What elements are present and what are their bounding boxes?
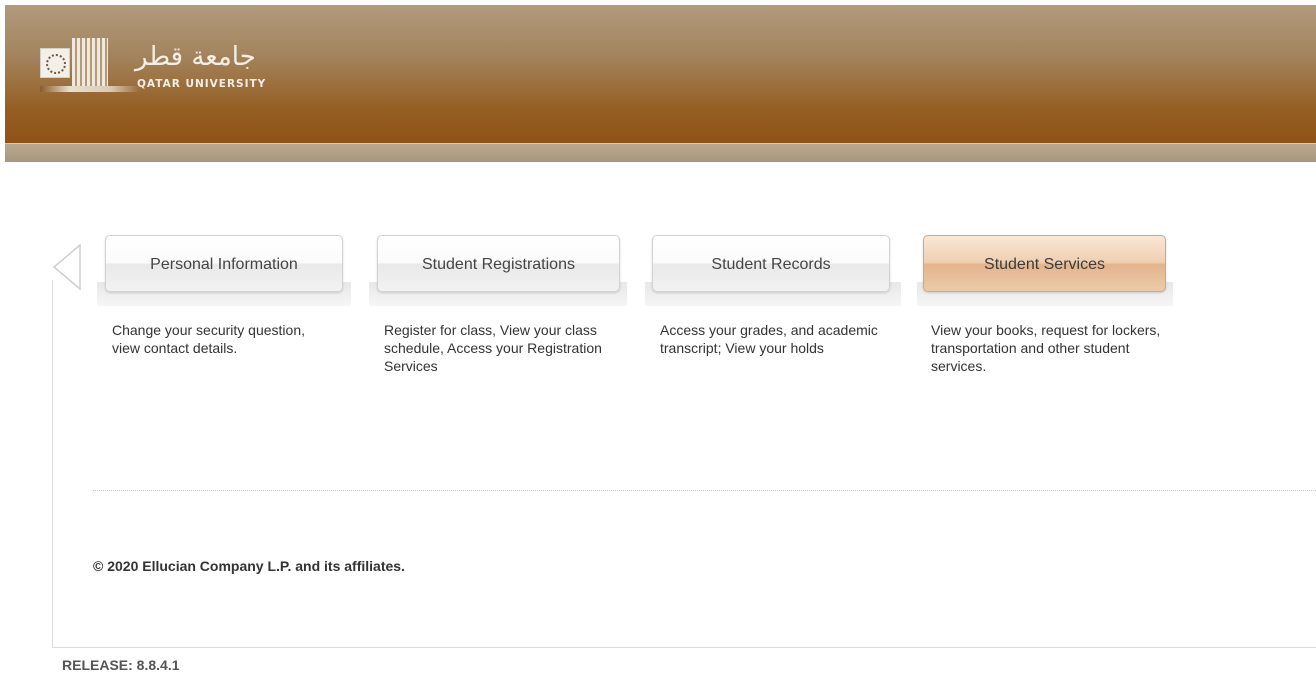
logo-base bbox=[40, 86, 140, 92]
chevron-left-icon[interactable] bbox=[52, 243, 82, 291]
copyright-text: © 2020 Ellucian Company L.P. and its aff… bbox=[93, 558, 405, 574]
qatar-university-logo[interactable]: جامعة قطر QATAR UNIVERSITY bbox=[40, 38, 340, 98]
content-divider bbox=[93, 490, 1316, 491]
tab-description-student-services: View your books, request for lockers, tr… bbox=[931, 322, 1161, 374]
tab-personal-information[interactable]: Personal Information bbox=[105, 235, 343, 292]
header-stripe bbox=[5, 143, 1316, 162]
tab-student-registrations[interactable]: Student Registrations bbox=[377, 235, 620, 292]
university-seal-icon bbox=[40, 48, 70, 78]
tab-description-student-records: Access your grades, and academic transcr… bbox=[660, 322, 878, 356]
header-banner: جامعة قطر QATAR UNIVERSITY bbox=[5, 5, 1316, 143]
release-version: RELEASE: 8.8.4.1 bbox=[62, 657, 180, 673]
logo-arabic-text: جامعة قطر bbox=[135, 42, 256, 72]
logo-latin-text: QATAR UNIVERSITY bbox=[137, 78, 267, 90]
tab-description-student-registrations: Register for class, View your class sche… bbox=[384, 322, 602, 374]
tab-student-services[interactable]: Student Services bbox=[923, 235, 1166, 292]
tab-description-personal-information: Change your security question, view cont… bbox=[112, 322, 305, 356]
tab-student-records[interactable]: Student Records bbox=[652, 235, 890, 292]
pillars-icon bbox=[72, 38, 108, 86]
